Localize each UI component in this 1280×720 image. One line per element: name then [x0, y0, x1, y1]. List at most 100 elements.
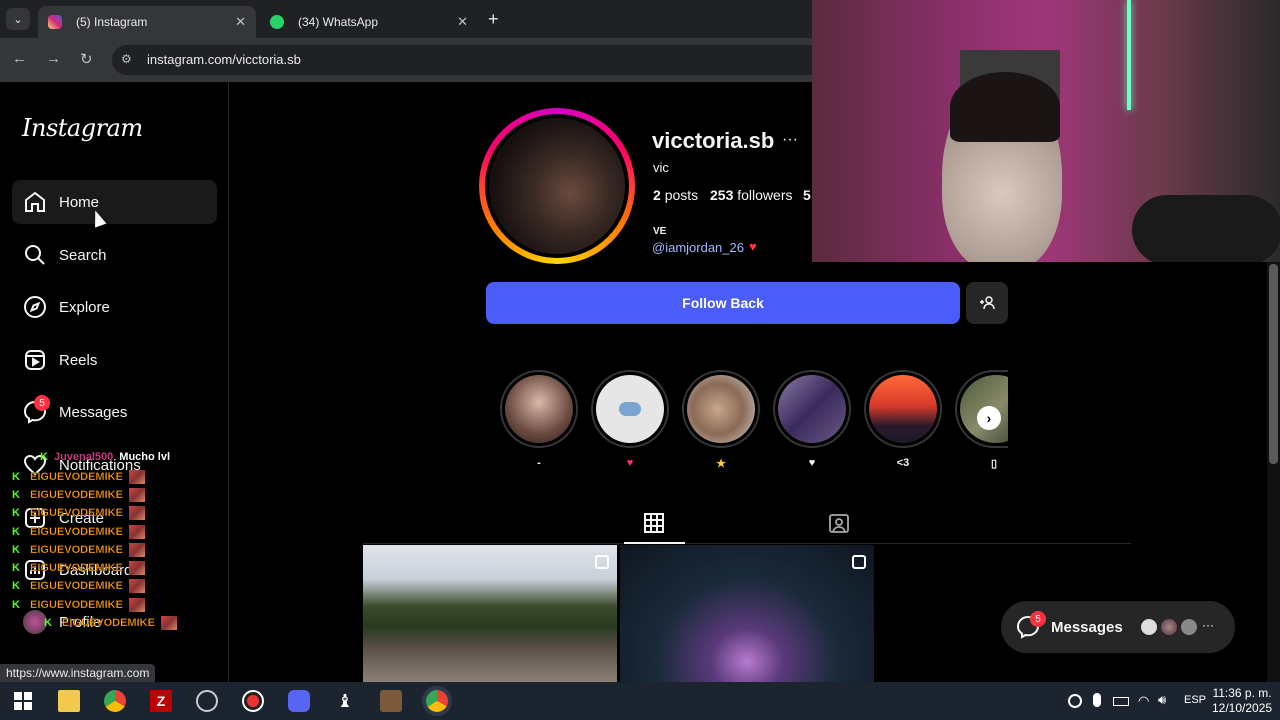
post-thumbnail[interactable] — [620, 545, 874, 682]
suggested-users-button[interactable] — [966, 282, 1008, 324]
more-options-icon[interactable]: ··· — [782, 131, 798, 149]
sidebar-item-label: Reels — [59, 351, 98, 369]
chat-emote-icon — [128, 578, 145, 593]
messages-badge: 5 — [34, 395, 50, 411]
search-icon — [25, 245, 45, 265]
tab-whatsapp[interactable]: (34) WhatsApp ✕ — [260, 6, 478, 38]
reload-icon[interactable]: ↻ — [80, 50, 93, 68]
chat-username: Juvenal500 — [53, 451, 114, 463]
contact-avatar — [1139, 617, 1159, 637]
microphone-icon[interactable] — [1093, 693, 1101, 707]
messages-pill-label: Messages — [1051, 619, 1123, 636]
webcam-overlay — [812, 0, 1280, 262]
highlight-5[interactable] — [864, 370, 942, 448]
kick-icon: K — [12, 506, 20, 519]
profile-avatar[interactable] — [489, 118, 625, 254]
volume-icon[interactable]: 🔊︎ — [1158, 692, 1166, 708]
followers-count[interactable]: 253 followers — [710, 187, 793, 203]
kick-icon: K — [12, 579, 20, 592]
bio-mention-link[interactable]: @iamjordan_26 — [652, 240, 744, 255]
chat-username: EIGUEVODEMIKE — [30, 561, 123, 574]
chess-icon[interactable]: ♝ — [334, 690, 356, 712]
chat-row: K EIGUEVODEMIKE — [12, 596, 145, 613]
highlight-label: <3 — [896, 457, 910, 469]
windows-start-icon[interactable] — [12, 690, 34, 712]
chat-username: EIGUEVODEMIKE — [30, 470, 123, 483]
discord-icon[interactable] — [288, 690, 310, 712]
instagram-logo[interactable]: Instagram — [22, 114, 143, 142]
battery-icon[interactable] — [1113, 697, 1129, 706]
following-count[interactable]: 5 — [803, 187, 811, 203]
chat-row: K EIGUEVODEMIKE — [12, 486, 145, 503]
chrome-active-icon[interactable] — [426, 690, 448, 712]
system-clock[interactable]: 11:36 p. m. 12/10/2025 — [1212, 686, 1272, 716]
chrome-icon[interactable] — [104, 690, 126, 712]
highlight-image — [505, 375, 573, 443]
chat-row: K EIGUEVODEMIKE — [12, 468, 145, 485]
sidebar-item-reels[interactable]: Reels — [12, 338, 217, 382]
highlight-3[interactable] — [682, 370, 760, 448]
sidebar-item-label: Messages — [59, 403, 128, 421]
filezilla-icon[interactable]: Z — [150, 690, 172, 712]
carousel-icon — [852, 555, 866, 569]
tab-instagram[interactable]: (5) Instagram ✕ — [38, 6, 256, 38]
profile-full-name: vic — [653, 160, 669, 175]
follow-back-button[interactable]: Follow Back — [486, 282, 960, 324]
highlight-1[interactable] — [500, 370, 578, 448]
scrollbar-thumb[interactable] — [1269, 264, 1278, 464]
sidebar-item-search[interactable]: Search — [12, 233, 217, 277]
post-thumbnail[interactable] — [363, 545, 617, 682]
close-tab-icon[interactable]: ✕ — [235, 14, 246, 30]
chat-row: K EIGUEVODEMIKE — [44, 614, 177, 631]
sidebar-item-explore[interactable]: Explore — [12, 285, 217, 329]
kick-icon: K — [40, 451, 48, 463]
sidebar-item-label: Search — [59, 246, 107, 264]
chat-username: EIGUEVODEMIKE — [30, 488, 123, 501]
home-icon — [25, 191, 45, 212]
sidebar-item-home[interactable]: Home — [12, 180, 217, 224]
followers-label: followers — [737, 187, 793, 203]
speedometer-icon[interactable] — [196, 690, 218, 712]
highlights-next-button[interactable]: › — [977, 406, 1001, 430]
chat-row: K EIGUEVODEMIKE — [12, 541, 145, 558]
app-icon[interactable] — [380, 690, 402, 712]
sidebar-item-label: Explore — [59, 298, 110, 316]
file-explorer-icon[interactable] — [58, 690, 80, 712]
tab-tagged[interactable] — [828, 512, 850, 539]
site-info-icon[interactable]: ⚙ — [121, 52, 132, 66]
grid-icon — [644, 513, 664, 533]
chat-emote-icon — [128, 597, 145, 612]
chat-emote-icon — [128, 560, 145, 575]
chat-username: EIGUEVODEMIKE — [30, 598, 123, 611]
back-icon[interactable]: ← — [12, 50, 27, 67]
chat-username: EIGUEVODEMIKE — [30, 506, 123, 519]
chat-row: K EIGUEVODEMIKE — [12, 504, 145, 521]
compass-icon — [24, 296, 46, 318]
tab-search-button[interactable]: ⌄ — [6, 8, 30, 30]
kick-icon: K — [12, 470, 20, 483]
highlight-2[interactable] — [591, 370, 669, 448]
highlight-label: ♥ — [808, 457, 816, 469]
highlight-image — [869, 375, 937, 443]
new-tab-icon[interactable]: + — [488, 9, 499, 30]
highlight-label: ▯ — [990, 458, 998, 470]
kick-icon: K — [12, 543, 20, 556]
highlight-4[interactable] — [773, 370, 851, 448]
language-indicator[interactable]: ESP — [1184, 694, 1206, 706]
profile-username: vicctoria.sb — [652, 128, 775, 153]
highlight-label: - — [537, 457, 541, 469]
chat-username: EIGUEVODEMIKE — [62, 616, 155, 629]
forward-icon[interactable]: → — [46, 50, 61, 67]
record-icon[interactable] — [242, 690, 264, 712]
tab-posts[interactable] — [643, 512, 665, 539]
status-bar-url: https://www.instagram.com — [0, 664, 156, 682]
posts-number: 2 — [653, 187, 661, 203]
close-tab-icon[interactable]: ✕ — [457, 14, 468, 30]
wifi-icon[interactable]: ◠ — [1138, 693, 1149, 709]
sidebar-item-messages[interactable]: 5 Messages — [12, 390, 217, 434]
chat-emote-icon — [128, 524, 145, 539]
chat-first-row: K Juvenal500 Mucho lvl — [40, 451, 170, 463]
messages-pill-badge: 5 — [1030, 611, 1046, 627]
tray-app-icon[interactable] — [1068, 694, 1082, 708]
cloud-icon — [619, 402, 641, 416]
